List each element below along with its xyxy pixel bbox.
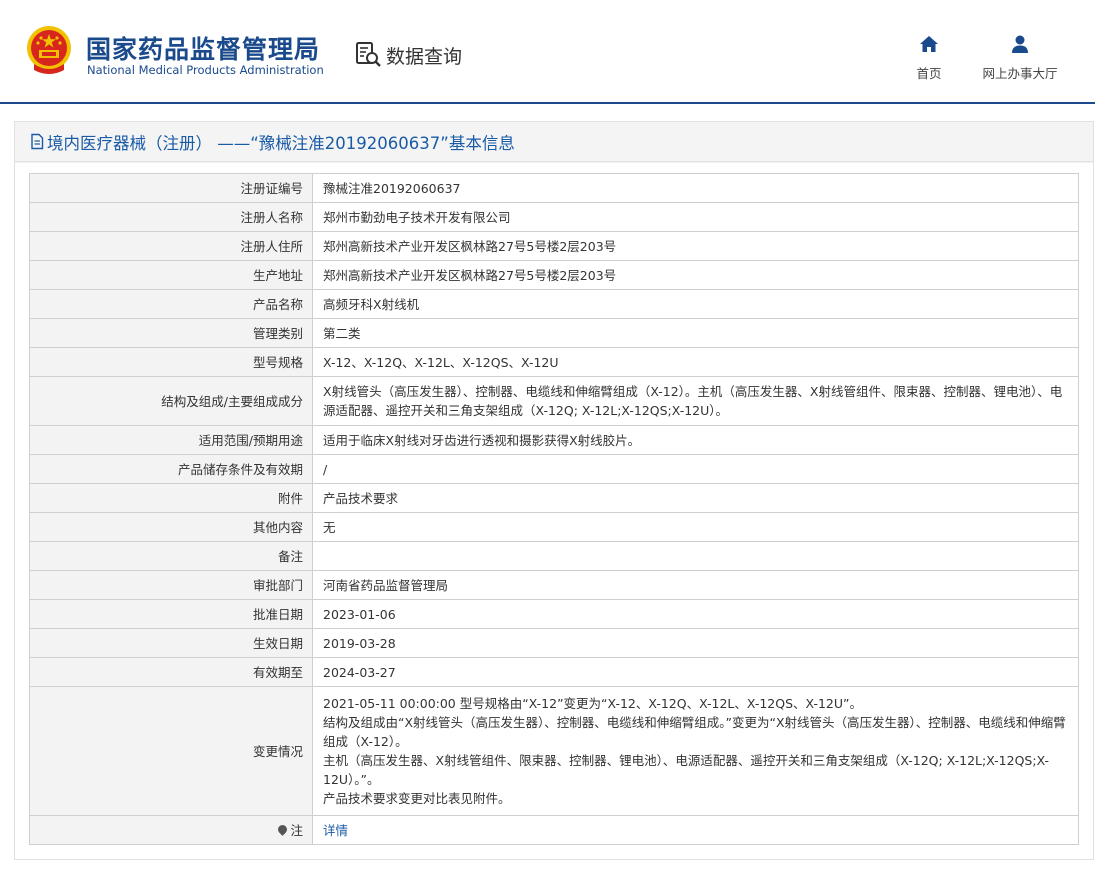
info-panel: 境内医疗器械（注册） ——“豫械注准20192060637”基本信息 注册证编号… <box>14 121 1094 860</box>
field-label: 生产地址 <box>29 260 313 290</box>
field-value: 高频牙科X射线机 <box>312 289 1079 319</box>
field-label: 注册证编号 <box>29 173 313 203</box>
details-link[interactable]: 详情 <box>323 823 348 838</box>
table-row: 注 详情 <box>29 815 1079 845</box>
change-line: 结构及组成由“X射线管头（高压发生器）、控制器、电缆线和伸缩臂组成。”变更为“X… <box>323 715 1066 749</box>
field-value: 适用于临床X射线对牙齿进行透视和摄影获得X射线胶片。 <box>312 425 1079 455</box>
nav-home-label: 首页 <box>916 66 942 81</box>
field-label: 注册人住所 <box>29 231 313 261</box>
field-label: 审批部门 <box>29 570 313 600</box>
field-value: 郑州高新技术产业开发区枫林路27号5号楼2层203号 <box>312 260 1079 290</box>
nav-service-hall[interactable]: 网上办事大厅 <box>975 33 1065 82</box>
field-label: 产品名称 <box>29 289 313 319</box>
table-row: 其他内容 无 <box>29 512 1079 542</box>
national-emblem-logo <box>27 26 71 74</box>
table-row: 管理类别 第二类 <box>29 318 1079 348</box>
table-row: 备注 <box>29 541 1079 571</box>
change-history: 2021-05-11 00:00:00 型号规格由“X-12”变更为“X-12、… <box>312 686 1079 816</box>
field-value: 豫械注准20192060637 <box>312 173 1079 203</box>
panel-title: 境内医疗器械（注册） ——“豫械注准20192060637”基本信息 <box>47 133 515 153</box>
field-label: 适用范围/预期用途 <box>29 425 313 455</box>
data-query-link[interactable]: 数据查询 <box>354 40 462 70</box>
field-value: X射线管头（高压发生器）、控制器、电缆线和伸缩臂组成（X-12）。主机（高压发生… <box>312 376 1079 426</box>
field-label: 生效日期 <box>29 628 313 658</box>
field-value: 第二类 <box>312 318 1079 348</box>
pin-icon <box>276 822 290 836</box>
detail-table: 注册证编号 豫械注准20192060637 注册人名称 郑州市勤劲电子技术开发有… <box>29 173 1079 845</box>
field-value: 产品技术要求 <box>312 483 1079 513</box>
field-value <box>312 541 1079 571</box>
field-label: 变更情况 <box>29 686 313 816</box>
field-label: 备注 <box>29 541 313 571</box>
change-line: 产品技术要求变更对比表见附件。 <box>323 791 511 806</box>
table-row: 生效日期 2019-03-28 <box>29 628 1079 658</box>
panel-body: 注册证编号 豫械注准20192060637 注册人名称 郑州市勤劲电子技术开发有… <box>15 163 1093 859</box>
table-row: 注册证编号 豫械注准20192060637 <box>29 173 1079 203</box>
table-row: 产品储存条件及有效期 / <box>29 454 1079 484</box>
table-row: 结构及组成/主要组成成分 X射线管头（高压发生器）、控制器、电缆线和伸缩臂组成（… <box>29 376 1079 426</box>
table-row: 审批部门 河南省药品监督管理局 <box>29 570 1079 600</box>
note-label: 注 <box>290 822 303 838</box>
field-value: 详情 <box>312 815 1079 845</box>
field-value: X-12、X-12Q、X-12L、X-12QS、X-12U <box>312 347 1079 377</box>
site-header: 国家药品监督管理局 National Medical Products Admi… <box>0 0 1095 104</box>
field-value: / <box>312 454 1079 484</box>
data-query-label: 数据查询 <box>386 45 463 68</box>
nav-home[interactable]: 首页 <box>884 33 974 82</box>
field-label: 管理类别 <box>29 318 313 348</box>
field-label: 产品储存条件及有效期 <box>29 454 313 484</box>
field-label-note: 注 <box>29 815 313 845</box>
field-label: 其他内容 <box>29 512 313 542</box>
field-value: 2024-03-27 <box>312 657 1079 687</box>
panel-header: 境内医疗器械（注册） ——“豫械注准20192060637”基本信息 <box>15 122 1093 162</box>
document-icon <box>31 133 44 150</box>
field-label: 结构及组成/主要组成成分 <box>29 376 313 426</box>
field-value: 郑州高新技术产业开发区枫林路27号5号楼2层203号 <box>312 231 1079 261</box>
table-row: 适用范围/预期用途 适用于临床X射线对牙齿进行透视和摄影获得X射线胶片。 <box>29 425 1079 455</box>
field-value: 2019-03-28 <box>312 628 1079 658</box>
change-line: 2021-05-11 00:00:00 型号规格由“X-12”变更为“X-12、… <box>323 696 863 711</box>
site-title-en: National Medical Products Administration <box>87 63 324 77</box>
field-value: 郑州市勤劲电子技术开发有限公司 <box>312 202 1079 232</box>
site-title[interactable]: 国家药品监督管理局 <box>86 30 320 66</box>
table-row: 注册人名称 郑州市勤劲电子技术开发有限公司 <box>29 202 1079 232</box>
table-row: 产品名称 高频牙科X射线机 <box>29 289 1079 319</box>
field-label: 批准日期 <box>29 599 313 629</box>
field-label: 有效期至 <box>29 657 313 687</box>
field-value: 2023-01-06 <box>312 599 1079 629</box>
table-row: 生产地址 郑州高新技术产业开发区枫林路27号5号楼2层203号 <box>29 260 1079 290</box>
home-icon <box>920 36 938 52</box>
table-row: 有效期至 2024-03-27 <box>29 657 1079 687</box>
field-value: 无 <box>312 512 1079 542</box>
change-line: 主机（高压发生器、X射线管组件、限束器、控制器、锂电池）、电源适配器、遥控开关和… <box>323 753 1050 787</box>
nav-service-hall-label: 网上办事大厅 <box>982 66 1058 81</box>
field-label: 附件 <box>29 483 313 513</box>
field-label: 注册人名称 <box>29 202 313 232</box>
table-row: 型号规格 X-12、X-12Q、X-12L、X-12QS、X-12U <box>29 347 1079 377</box>
table-row: 附件 产品技术要求 <box>29 483 1079 513</box>
field-value: 河南省药品监督管理局 <box>312 570 1079 600</box>
user-icon <box>1012 35 1028 53</box>
table-row: 注册人住所 郑州高新技术产业开发区枫林路27号5号楼2层203号 <box>29 231 1079 261</box>
table-row: 批准日期 2023-01-06 <box>29 599 1079 629</box>
search-document-icon <box>356 42 381 67</box>
table-row: 变更情况 2021-05-11 00:00:00 型号规格由“X-12”变更为“… <box>29 686 1079 816</box>
field-label: 型号规格 <box>29 347 313 377</box>
